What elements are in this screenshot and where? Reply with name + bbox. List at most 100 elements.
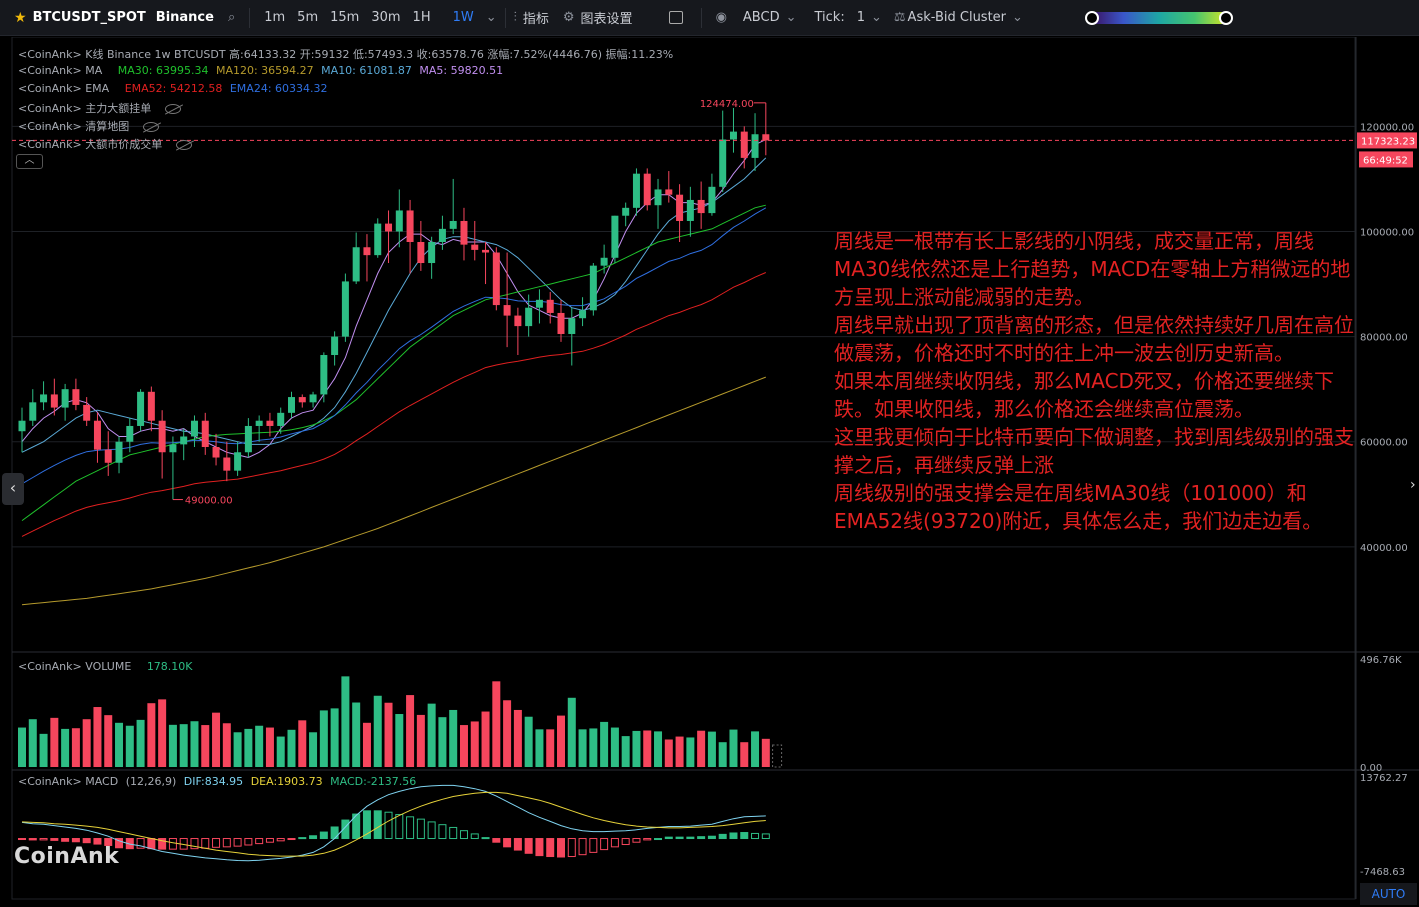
macd-histogram-bar	[470, 833, 479, 840]
macd-histogram-bar	[751, 832, 760, 840]
volume-bar	[675, 736, 684, 767]
macd-histogram-bar	[675, 836, 684, 840]
ma120-legend: MA120: 36594.27	[215, 64, 314, 77]
volume-bar	[535, 729, 544, 767]
scroll-right-button[interactable]: ›	[1410, 477, 1419, 503]
ma5-legend: MA5: 59820.51	[419, 64, 504, 77]
macd-histogram-bar	[406, 816, 415, 840]
dif-line	[21, 784, 766, 862]
candle-body	[665, 189, 673, 195]
heatmap-color-slider[interactable]	[1085, 11, 1233, 25]
candle-body	[352, 247, 360, 282]
interval-15m[interactable]: 15m	[324, 10, 365, 25]
candle-body	[428, 242, 436, 264]
layer-large-orders[interactable]: <CoinAnk> 主力大额挂单	[18, 100, 185, 116]
candle-body	[719, 139, 727, 187]
eye-slash-icon[interactable]	[143, 122, 160, 132]
abcd-button[interactable]: ABCD	[737, 10, 786, 25]
chevron-down-icon[interactable]: ⌄	[786, 10, 797, 25]
macd-histogram-bar	[212, 838, 221, 848]
macd-histogram-bar	[610, 838, 619, 848]
symbol-name[interactable]: BTCUSDT_SPOT	[33, 10, 146, 25]
favorite-star-icon[interactable]: ★	[14, 10, 27, 26]
candle-body	[740, 131, 748, 158]
layer-liquidation-map[interactable]: <CoinAnk> 清算地图	[18, 118, 163, 134]
volume-bar	[125, 725, 134, 767]
volume-bar	[751, 731, 760, 767]
candle-body	[288, 397, 295, 413]
volume-bar	[82, 719, 91, 767]
macd-histogram-bar	[427, 821, 436, 840]
chevron-down-icon[interactable]: ⌄	[486, 10, 497, 25]
slider-handle-left[interactable]	[1085, 11, 1099, 25]
slider-handle-right[interactable]	[1219, 11, 1233, 25]
volume-bar	[233, 732, 242, 767]
eye-slash-icon[interactable]	[176, 140, 193, 150]
current-price-label: 117323.23	[1361, 136, 1415, 147]
volume-bar	[179, 724, 188, 767]
dea-legend: DEA:1903.73	[250, 775, 323, 788]
candle-body	[309, 394, 317, 403]
volume-bar	[610, 727, 619, 767]
candle-body	[471, 244, 479, 250]
candle-body	[341, 281, 349, 337]
volume-bar	[330, 708, 339, 767]
macd-tick-label: -7468.63	[1360, 867, 1405, 878]
volume-bar	[643, 730, 652, 767]
indicators-button[interactable]: 指标	[517, 8, 555, 27]
ma-legend-prefix: <CoinAnk> MA	[18, 64, 103, 77]
collapse-legend-button[interactable]: ︿	[16, 154, 43, 169]
layer-large-market-trades[interactable]: <CoinAnk> 大额市价成交单	[18, 136, 196, 152]
tick-label: Tick:	[814, 10, 845, 25]
macd-histogram-bar	[481, 837, 490, 840]
scroll-left-button[interactable]: ‹	[2, 473, 24, 505]
candle-body	[579, 310, 587, 319]
ma10-legend: MA10: 61081.87	[321, 64, 412, 77]
macd-legend-params: (12,26,9)	[125, 775, 177, 788]
interval-5m[interactable]: 5m	[291, 10, 324, 25]
macd-histogram-bar	[503, 838, 512, 848]
volume-legend: <CoinAnk> VOLUME 178.10K	[18, 660, 197, 673]
macd-tick-label: 13762.27	[1360, 773, 1408, 784]
chart-area[interactable]: 120000.00 100000.00 80000.00 60000.00 40000.…	[0, 37, 1419, 907]
chevron-down-icon[interactable]: ⌄	[871, 10, 882, 25]
macd-histogram-bar	[740, 832, 749, 840]
macd-histogram-bar	[600, 838, 609, 851]
candle-body	[374, 223, 382, 256]
chevron-down-icon[interactable]: ⌄	[1012, 10, 1023, 25]
tick-value[interactable]: 1	[851, 10, 871, 25]
macd-histogram-bar	[654, 838, 663, 841]
volume-bar	[546, 729, 555, 767]
interval-30m[interactable]: 30m	[365, 10, 406, 25]
interval-1m[interactable]: 1m	[258, 10, 291, 25]
note-paragraph: 周线级别的强支撑会是在周线MA30线（101000）和EMA52线(93720)…	[834, 481, 1323, 533]
volume-bar	[136, 719, 145, 767]
macd-histogram-bar	[449, 826, 458, 840]
ema-legend: <CoinAnk> EMA EMA52: 54212.58 EMA24: 603…	[18, 82, 332, 95]
volume-bar	[39, 733, 48, 767]
candle-body	[40, 394, 48, 403]
search-icon[interactable]: ⌕	[228, 10, 235, 25]
price-tick-label: 100000.00	[1360, 227, 1414, 238]
candle-body	[546, 299, 554, 313]
chart-settings-button[interactable]: 图表设置	[575, 8, 639, 27]
ask-bid-cluster-button[interactable]: Ask-Bid Cluster	[906, 10, 1012, 25]
candle-body	[158, 420, 166, 453]
auto-scale-button[interactable]: AUTO	[1360, 883, 1417, 905]
interval-1h[interactable]: 1H	[407, 10, 437, 25]
volume-bar	[427, 703, 436, 767]
candle-body	[180, 436, 188, 445]
volume-bar	[104, 715, 113, 767]
fullscreen-icon[interactable]	[668, 11, 683, 24]
volume-tick-label: 496.76K	[1360, 655, 1402, 666]
candle-body	[729, 131, 737, 140]
volume-bar	[384, 702, 393, 767]
candle-body	[654, 189, 662, 206]
volume-bar	[729, 729, 738, 767]
ema24-legend: EMA24: 60334.32	[229, 82, 328, 95]
macd-histogram-bar	[18, 838, 26, 841]
eye-icon[interactable]: ◉	[716, 10, 727, 25]
interval-1w[interactable]: 1W	[447, 10, 480, 25]
macd-histogram-bar	[276, 838, 285, 842]
eye-slash-icon[interactable]	[165, 104, 182, 114]
